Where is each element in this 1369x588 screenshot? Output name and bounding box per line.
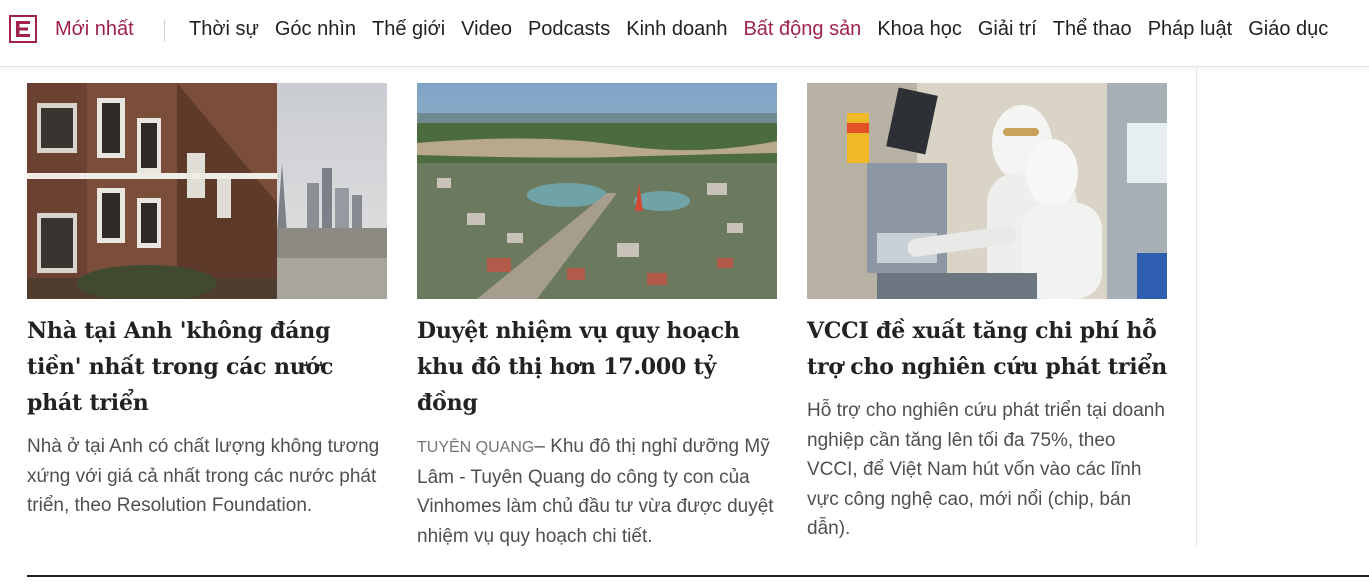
article-thumbnail-tuyen-quang[interactable] [417, 83, 777, 299]
nav-item-bat-dong-san[interactable]: Bất động sản [743, 18, 861, 41]
nav-item-video[interactable]: Video [461, 18, 512, 41]
sidebar-divider [1196, 67, 1197, 547]
nav-category-list: Thời sự Góc nhìn Thế giới Video Podcasts… [189, 18, 1344, 41]
article-card: Nhà tại Anh 'không đáng tiền' nhất trong… [27, 83, 387, 521]
section-bottom-rule [27, 575, 1369, 577]
nav-newest-link[interactable]: Mới nhất [55, 18, 134, 41]
article-thumbnail-cleanroom[interactable] [807, 83, 1167, 299]
vnexpress-logo-icon[interactable] [9, 15, 37, 43]
logo-e-glyph [16, 21, 30, 37]
article-title[interactable]: Nhà tại Anh 'không đáng tiền' nhất trong… [27, 313, 387, 421]
article-thumbnail-london-houses[interactable] [27, 83, 387, 299]
nav-item-goc-nhin[interactable]: Góc nhìn [275, 18, 356, 41]
nav-item-khoa-hoc[interactable]: Khoa học [877, 18, 962, 41]
nav-item-kinh-doanh[interactable]: Kinh doanh [626, 18, 727, 41]
cleanroom-workers-image [807, 83, 1167, 299]
nav-item-phap-luat[interactable]: Pháp luật [1148, 18, 1233, 41]
article-description: Hỗ trợ cho nghiên cứu phát triển tại doa… [807, 400, 1165, 539]
nav-item-the-gioi[interactable]: Thế giới [372, 18, 445, 41]
london-houses-image [27, 83, 387, 299]
nav-item-the-thao[interactable]: Thể thao [1053, 18, 1132, 41]
article-grid: Nhà tại Anh 'không đáng tiền' nhất trong… [27, 83, 1167, 553]
article-description: TUYÊN QUANG– Khu đô thị nghỉ dưỡng Mỹ Lâ… [417, 432, 777, 551]
nav-divider [164, 20, 165, 42]
article-title[interactable]: Duyệt nhiệm vụ quy hoạch khu đô thị hơn … [417, 313, 777, 421]
top-navigation: Mới nhất Thời sự Góc nhìn Thế giới Video… [0, 0, 1369, 67]
article-card: VCCI đề xuất tăng chi phí hỗ trợ cho ngh… [807, 83, 1167, 544]
article-title[interactable]: VCCI đề xuất tăng chi phí hỗ trợ cho ngh… [807, 313, 1167, 385]
article-description: Nhà ở tại Anh có chất lượng không tương … [27, 436, 380, 516]
nav-item-thoi-su[interactable]: Thời sự [189, 18, 259, 41]
tuyen-quang-aerial-image [417, 83, 777, 299]
article-location: TUYÊN QUANG [417, 439, 535, 456]
article-card: Duyệt nhiệm vụ quy hoạch khu đô thị hơn … [417, 83, 777, 551]
nav-item-giao-duc[interactable]: Giáo dục [1248, 18, 1328, 41]
nav-item-giai-tri[interactable]: Giải trí [978, 18, 1037, 41]
nav-item-podcasts[interactable]: Podcasts [528, 18, 610, 41]
